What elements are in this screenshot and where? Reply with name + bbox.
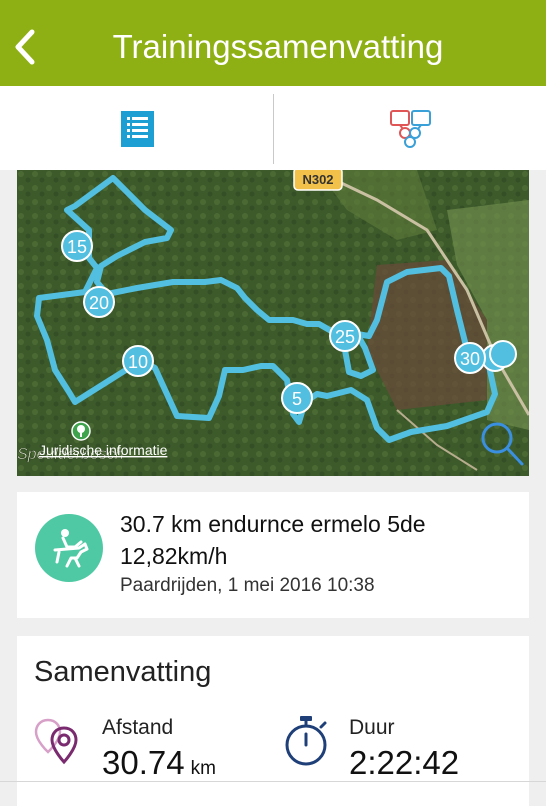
- distance-label: Afstand: [102, 716, 174, 739]
- map-pin-icon: [34, 716, 86, 773]
- activity-name: 30.7 km endurnce ermelo 5de: [120, 511, 426, 537]
- svg-text:25: 25: [335, 327, 355, 347]
- tab-social[interactable]: [274, 86, 546, 170]
- svg-text:15: 15: [67, 237, 87, 257]
- app-header: Trainingssamenvatting: [0, 0, 546, 86]
- duration-value: 2:22:42: [349, 744, 460, 781]
- road-label: N302: [302, 172, 333, 187]
- horse-riding-icon: [35, 514, 103, 582]
- road-label-badge: N302: [293, 170, 343, 191]
- distance-value: 30.74 km: [102, 744, 216, 782]
- km-marker-5[interactable]: 5: [281, 382, 313, 414]
- km-marker-10[interactable]: 10: [122, 345, 154, 377]
- tree-poi-icon: [71, 421, 91, 441]
- stopwatch-icon: [281, 714, 331, 773]
- km-marker-15[interactable]: 15: [61, 230, 93, 262]
- start-marker[interactable]: [489, 340, 517, 368]
- summary-title: Samenvatting: [34, 656, 212, 688]
- km-marker-20[interactable]: 20: [83, 286, 115, 318]
- page-title: Trainingssamenvatting: [112, 28, 444, 65]
- route-map[interactable]: N302 15 20 10 25 5 30 Speulderbosch Juri…: [17, 170, 529, 476]
- svg-text:5: 5: [292, 389, 302, 409]
- active-tab-indicator: [126, 154, 154, 168]
- activity-card[interactable]: 30.7 km endurnce ermelo 5de 12,82km/h Pa…: [17, 492, 529, 618]
- bottom-divider: [0, 781, 546, 782]
- km-marker-30[interactable]: 30: [454, 342, 486, 374]
- activity-speed: 12,82km/h: [120, 543, 228, 569]
- legal-info-link[interactable]: Juridische informatie: [39, 442, 168, 458]
- chat-bubbles-icon: [390, 110, 431, 148]
- km-marker-25[interactable]: 25: [329, 320, 361, 352]
- svg-text:20: 20: [89, 293, 109, 313]
- activity-meta: Paardrijden, 1 mei 2016 10:38: [120, 575, 375, 596]
- distance-number: 30.74: [102, 744, 185, 781]
- distance-unit: km: [190, 758, 216, 779]
- svg-text:30: 30: [460, 349, 480, 369]
- svg-text:10: 10: [128, 352, 148, 372]
- duration-label: Duur: [349, 716, 395, 739]
- tab-bar: [0, 86, 546, 170]
